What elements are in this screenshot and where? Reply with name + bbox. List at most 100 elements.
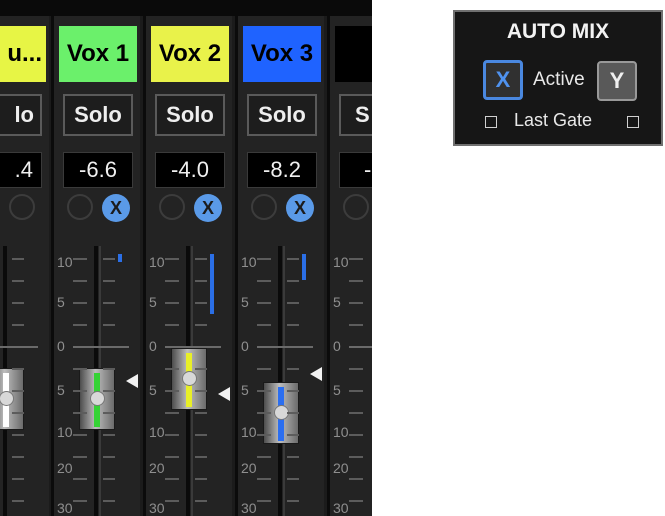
solo-button[interactable]: lo xyxy=(0,94,42,136)
scale-tick xyxy=(349,478,363,480)
scale-label: 5 xyxy=(57,382,65,398)
scale-tick xyxy=(195,324,207,326)
scale-tick xyxy=(12,434,24,436)
scale-tick xyxy=(12,390,24,392)
unity-line xyxy=(0,346,38,348)
scale-label: 30 xyxy=(149,500,165,516)
mixer-top-strip xyxy=(0,0,372,16)
fader-handle[interactable] xyxy=(171,348,207,410)
scale-tick xyxy=(349,412,363,414)
gate-indicator-ring[interactable] xyxy=(251,194,277,220)
solo-button[interactable]: S xyxy=(339,94,372,136)
gate-indicator-ring[interactable] xyxy=(67,194,93,220)
scale-tick xyxy=(257,302,271,304)
automix-x-assign-badge[interactable]: X xyxy=(102,194,130,222)
scale-tick xyxy=(165,434,179,436)
level-meter xyxy=(210,254,214,314)
scale-label: 20 xyxy=(241,460,257,476)
gain-readout[interactable]: -6.6 xyxy=(63,152,133,188)
scale-tick xyxy=(257,280,271,282)
last-gate-checkbox-left[interactable] xyxy=(485,116,497,128)
scale-tick xyxy=(73,324,87,326)
scale-tick xyxy=(287,434,299,436)
fader-handle[interactable] xyxy=(0,368,24,430)
scale-tick xyxy=(195,500,207,502)
scale-tick xyxy=(165,456,179,458)
channel-name-label[interactable]: u... xyxy=(0,26,46,82)
last-gate-checkbox-right[interactable] xyxy=(627,116,639,128)
scale-tick xyxy=(165,302,179,304)
fader-knob xyxy=(182,371,197,386)
gain-readout[interactable]: .4 xyxy=(0,152,42,188)
scale-tick xyxy=(349,258,363,260)
solo-button[interactable]: Solo xyxy=(155,94,225,136)
scale-tick xyxy=(287,324,299,326)
scale-label: 10 xyxy=(57,254,73,270)
scale-label: 20 xyxy=(333,460,349,476)
scale-label: 10 xyxy=(333,424,349,440)
unity-line xyxy=(73,346,129,348)
scale-tick xyxy=(73,500,87,502)
scale-tick xyxy=(103,500,115,502)
scale-tick xyxy=(73,368,87,370)
channel-name-label[interactable]: Vox 2 xyxy=(151,26,229,82)
scale-tick xyxy=(73,258,87,260)
scale-tick xyxy=(257,368,271,370)
scale-tick xyxy=(12,500,24,502)
scale-label: 10 xyxy=(149,424,165,440)
fader-handle[interactable] xyxy=(79,368,115,430)
scale-tick xyxy=(257,456,271,458)
automix-x-assign-badge[interactable]: X xyxy=(286,194,314,222)
scale-tick xyxy=(12,302,24,304)
channel-name-label[interactable]: Vox 3 xyxy=(243,26,321,82)
scale-tick xyxy=(73,412,87,414)
scale-tick xyxy=(165,478,179,480)
level-meter xyxy=(118,254,122,262)
channel-name-label[interactable]: Vox 1 xyxy=(59,26,137,82)
automix-x-button[interactable]: X xyxy=(483,60,523,100)
scale-tick xyxy=(349,302,363,304)
gate-indicator-ring[interactable] xyxy=(159,194,185,220)
scale-label: 10 xyxy=(149,254,165,270)
scale-tick xyxy=(257,412,271,414)
channel-name-label[interactable] xyxy=(335,26,372,82)
scale-tick xyxy=(257,500,271,502)
solo-button[interactable]: Solo xyxy=(247,94,317,136)
scale-tick xyxy=(165,390,179,392)
scale-tick xyxy=(73,280,87,282)
scale-label: 5 xyxy=(241,294,249,310)
scale-tick xyxy=(195,302,207,304)
automix-y-button[interactable]: Y xyxy=(597,61,637,101)
scale-tick xyxy=(165,368,179,370)
scale-tick xyxy=(287,258,299,260)
gain-readout[interactable]: - xyxy=(339,152,372,188)
last-gate-label: Last Gate xyxy=(514,110,593,130)
scale-tick xyxy=(73,390,87,392)
scale-tick xyxy=(165,280,179,282)
gain-readout[interactable]: -8.2 xyxy=(247,152,317,188)
gain-readout[interactable]: -4.0 xyxy=(155,152,225,188)
gain-marker-arrow xyxy=(126,374,138,388)
scale-tick xyxy=(73,456,87,458)
scale-tick xyxy=(195,368,207,370)
gate-indicator-ring[interactable] xyxy=(9,194,35,220)
scale-tick xyxy=(195,456,207,458)
scale-tick xyxy=(103,456,115,458)
scale-tick xyxy=(257,324,271,326)
scale-tick xyxy=(195,434,207,436)
scale-tick xyxy=(165,500,179,502)
scale-tick xyxy=(103,280,115,282)
solo-button[interactable]: Solo xyxy=(63,94,133,136)
gate-indicator-ring[interactable] xyxy=(343,194,369,220)
scale-label: 5 xyxy=(57,294,65,310)
scale-tick xyxy=(12,280,24,282)
automix-active-label: Active xyxy=(533,69,585,90)
scale-label: 5 xyxy=(333,294,341,310)
scale-tick xyxy=(73,478,87,480)
automix-x-assign-badge[interactable]: X xyxy=(194,194,222,222)
scale-tick xyxy=(287,412,299,414)
scale-tick xyxy=(12,368,24,370)
automix-title: AUTO MIX xyxy=(506,20,610,43)
scale-tick xyxy=(103,478,115,480)
scale-tick xyxy=(195,478,207,480)
